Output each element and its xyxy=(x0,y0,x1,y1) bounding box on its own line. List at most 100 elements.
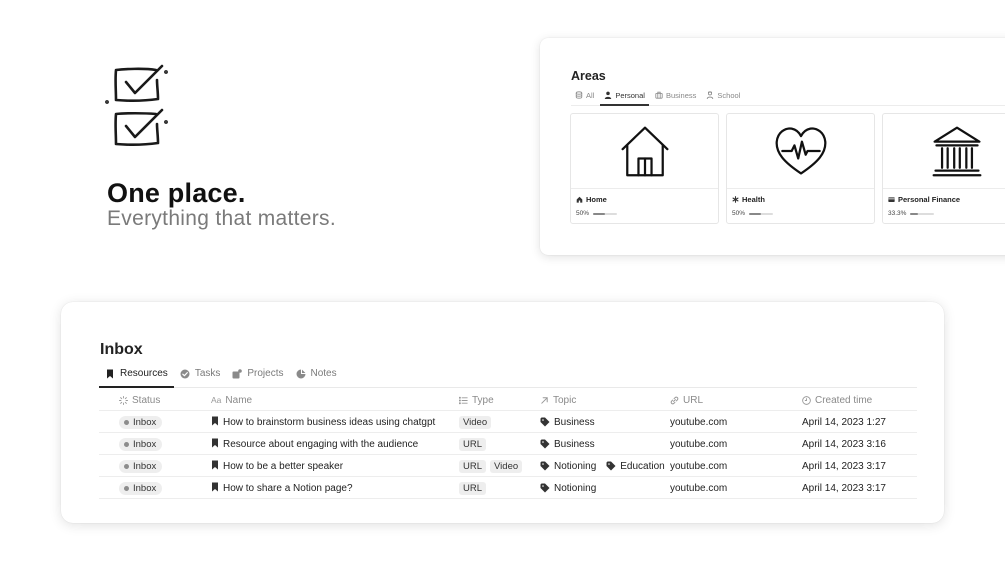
created-time-cell: April 14, 2023 3:17 xyxy=(802,460,886,472)
topic-relation[interactable]: Education xyxy=(606,461,665,472)
tab-tasks[interactable]: Tasks xyxy=(174,366,227,387)
tab-resources-label: Resources xyxy=(120,368,168,379)
topic-relation[interactable]: Notioning xyxy=(540,483,596,494)
topic-relation[interactable]: Business xyxy=(540,439,595,450)
checkbox-checklist-icon xyxy=(105,64,168,146)
topic-cell[interactable]: Business xyxy=(540,433,601,455)
type-cell[interactable]: Video xyxy=(459,411,492,433)
inbox-panel: Inbox Resources Tasks Projects Notes Sta… xyxy=(61,302,944,523)
tab-school-label: School xyxy=(717,90,741,100)
resource-name: How to be a better speaker xyxy=(223,460,344,472)
table-row[interactable]: Inbox How to brainstorm business ideas u… xyxy=(99,411,917,433)
topic-cell[interactable]: Notioning xyxy=(540,477,602,499)
house-drawing-icon xyxy=(620,126,669,177)
area-progress: 50% xyxy=(732,210,774,217)
topic-cell[interactable]: Notioning Education xyxy=(540,455,671,477)
url-cell[interactable]: youtube.com xyxy=(670,411,727,433)
tag-icon xyxy=(540,417,550,427)
status-label: Inbox xyxy=(133,438,157,450)
link-icon xyxy=(670,396,679,404)
area-card-title: Personal Finance xyxy=(888,195,960,204)
clock-icon xyxy=(802,395,811,405)
tag-icon xyxy=(606,461,616,471)
tab-personal[interactable]: Personal xyxy=(600,90,649,106)
area-card-title: Home xyxy=(576,195,607,204)
tab-business[interactable]: Business xyxy=(651,90,700,105)
status-label: Inbox xyxy=(133,482,157,494)
area-card-health[interactable]: Health 50% xyxy=(726,113,875,224)
type-cell[interactable]: URL xyxy=(459,433,487,455)
table-row[interactable]: Inbox How to be a better speaker URL Vid… xyxy=(99,455,917,477)
column-header-label: Type xyxy=(472,394,494,406)
type-tag: Video xyxy=(490,459,523,473)
hero-title: One place. xyxy=(107,178,246,208)
check-circle-icon xyxy=(180,369,190,378)
topic-label: Notioning xyxy=(554,460,597,472)
topic-relation[interactable]: Business xyxy=(540,417,595,428)
inbox-tabs: Resources Tasks Projects Notes xyxy=(99,366,917,388)
status-cell[interactable]: Inbox xyxy=(119,455,163,477)
resources-table: Status Aa Name Type Topic URL Created ti… xyxy=(99,389,917,499)
student-icon xyxy=(707,91,714,99)
topic-cell[interactable]: Business xyxy=(540,411,601,433)
area-card-name: Home xyxy=(586,195,607,204)
area-card-name: Personal Finance xyxy=(898,195,961,204)
column-header-created-time[interactable]: Created time xyxy=(802,389,872,411)
area-card-personal-finance[interactable]: Personal Finance 33.3% xyxy=(882,113,1005,224)
tab-business-label: Business xyxy=(665,90,697,100)
area-progress-label: 50% xyxy=(576,210,590,217)
column-header-name[interactable]: Aa Name xyxy=(211,389,252,411)
name-cell[interactable]: How to be a better speaker xyxy=(211,455,343,477)
tab-projects-label: Projects xyxy=(247,368,284,379)
area-cover xyxy=(571,114,718,189)
tab-projects[interactable]: Projects xyxy=(226,366,289,387)
status-dot xyxy=(124,441,129,447)
topic-label: Notioning xyxy=(554,482,597,494)
name-cell[interactable]: Resource about engaging with the audienc… xyxy=(211,433,418,455)
type-tag: URL xyxy=(459,437,487,451)
status-badge: Inbox xyxy=(119,437,163,451)
resource-name: Resource about engaging with the audienc… xyxy=(223,438,419,450)
status-cell[interactable]: Inbox xyxy=(119,411,163,433)
status-cell[interactable]: Inbox xyxy=(119,433,163,455)
briefcase-icon xyxy=(655,91,663,99)
topic-label: Business xyxy=(554,438,595,450)
url-cell[interactable]: youtube.com xyxy=(670,477,727,499)
bookmark-icon xyxy=(211,438,219,451)
table-row[interactable]: Inbox Resource about engaging with the a… xyxy=(99,433,917,455)
status-cell[interactable]: Inbox xyxy=(119,477,163,499)
tab-school[interactable]: School xyxy=(702,90,744,105)
url-cell[interactable]: youtube.com xyxy=(670,455,727,477)
tag-icon xyxy=(540,439,550,449)
column-header-status[interactable]: Status xyxy=(119,389,160,411)
inbox-title: Inbox xyxy=(100,341,143,358)
tab-notes[interactable]: Notes xyxy=(290,366,343,387)
topic-relation[interactable]: Notioning xyxy=(540,461,596,472)
list-icon xyxy=(459,396,468,404)
type-cell[interactable]: URL Video xyxy=(459,455,523,477)
name-cell[interactable]: How to share a Notion page? xyxy=(211,477,353,499)
status-badge: Inbox xyxy=(119,459,163,473)
area-card-home[interactable]: Home 50% xyxy=(570,113,719,224)
type-cell[interactable]: URL xyxy=(459,477,487,499)
area-progress-label: 33.3% xyxy=(888,210,907,217)
heart-pulse-drawing-icon xyxy=(775,127,826,175)
url-cell[interactable]: youtube.com xyxy=(670,433,727,455)
name-cell[interactable]: How to brainstorm business ideas using c… xyxy=(211,411,435,433)
column-header-topic[interactable]: Topic xyxy=(540,389,576,411)
table-row[interactable]: Inbox How to share a Notion page? URL No… xyxy=(99,477,917,499)
bank-building-drawing-icon xyxy=(932,126,981,177)
type-tag: Video xyxy=(459,415,492,429)
progress-fill xyxy=(749,212,762,215)
tab-all[interactable]: All xyxy=(571,90,598,105)
created-time-cell: April 14, 2023 1:27 xyxy=(802,416,886,428)
column-header-url[interactable]: URL xyxy=(670,389,703,411)
area-card-title: Health xyxy=(732,195,765,204)
progress-fill xyxy=(910,212,919,215)
tab-notes-label: Notes xyxy=(310,368,337,379)
tab-resources[interactable]: Resources xyxy=(99,366,174,388)
areas-title: Areas xyxy=(571,69,606,83)
tab-tasks-label: Tasks xyxy=(194,368,221,379)
column-header-type[interactable]: Type xyxy=(459,389,494,411)
column-header-label: Status xyxy=(132,394,161,406)
